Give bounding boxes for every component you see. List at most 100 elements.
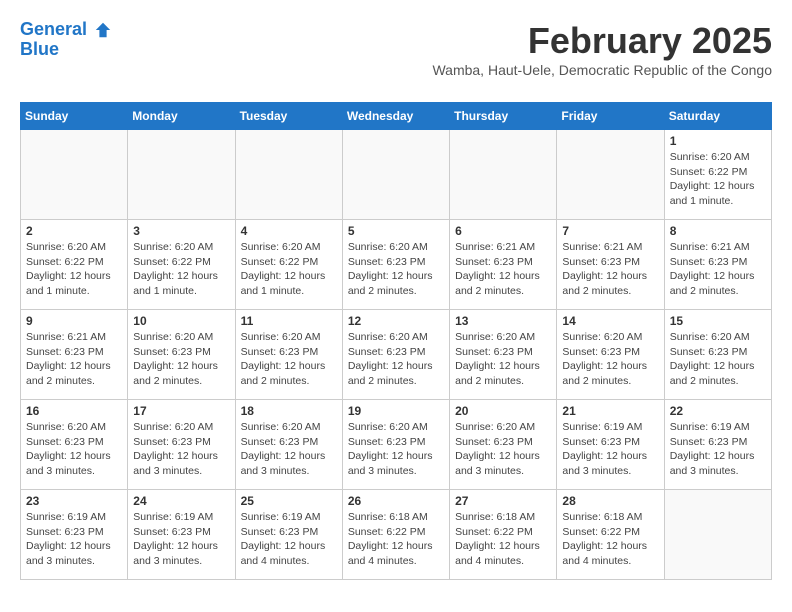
calendar-cell: 20 Sunrise: 6:20 AM Sunset: 6:23 PM Dayli… <box>450 400 557 490</box>
calendar-cell <box>21 130 128 220</box>
calendar-header-sunday: Sunday <box>21 103 128 130</box>
day-number: 26 <box>348 494 444 508</box>
day-info: Sunrise: 6:19 AM Sunset: 6:23 PM Dayligh… <box>133 510 229 569</box>
calendar-cell: 24 Sunrise: 6:19 AM Sunset: 6:23 PM Dayli… <box>128 490 235 580</box>
day-number: 8 <box>670 224 766 238</box>
calendar-cell: 11 Sunrise: 6:20 AM Sunset: 6:23 PM Dayli… <box>235 310 342 400</box>
day-info: Sunrise: 6:20 AM Sunset: 6:23 PM Dayligh… <box>455 330 551 389</box>
day-number: 27 <box>455 494 551 508</box>
day-number: 24 <box>133 494 229 508</box>
calendar-cell: 28 Sunrise: 6:18 AM Sunset: 6:22 PM Dayli… <box>557 490 664 580</box>
month-title: February 2025 <box>432 20 772 62</box>
day-number: 21 <box>562 404 658 418</box>
day-info: Sunrise: 6:18 AM Sunset: 6:22 PM Dayligh… <box>348 510 444 569</box>
calendar-cell <box>557 130 664 220</box>
day-info: Sunrise: 6:20 AM Sunset: 6:23 PM Dayligh… <box>348 330 444 389</box>
calendar-cell: 1 Sunrise: 6:20 AM Sunset: 6:22 PM Daylig… <box>664 130 771 220</box>
calendar-header-thursday: Thursday <box>450 103 557 130</box>
day-info: Sunrise: 6:19 AM Sunset: 6:23 PM Dayligh… <box>562 420 658 479</box>
day-info: Sunrise: 6:20 AM Sunset: 6:23 PM Dayligh… <box>670 330 766 389</box>
calendar-header-wednesday: Wednesday <box>342 103 449 130</box>
calendar-cell: 25 Sunrise: 6:19 AM Sunset: 6:23 PM Dayli… <box>235 490 342 580</box>
calendar-cell <box>664 490 771 580</box>
day-info: Sunrise: 6:21 AM Sunset: 6:23 PM Dayligh… <box>670 240 766 299</box>
calendar-header-monday: Monday <box>128 103 235 130</box>
day-info: Sunrise: 6:20 AM Sunset: 6:22 PM Dayligh… <box>670 150 766 209</box>
calendar-cell: 2 Sunrise: 6:20 AM Sunset: 6:22 PM Daylig… <box>21 220 128 310</box>
calendar-cell: 17Sunrise: 6:20 AM Sunset: 6:23 PM Dayli… <box>128 400 235 490</box>
day-info: Sunrise: 6:20 AM Sunset: 6:22 PM Dayligh… <box>26 240 122 299</box>
calendar-cell <box>235 130 342 220</box>
logo-line1: General <box>20 19 87 39</box>
calendar-cell: 6 Sunrise: 6:21 AM Sunset: 6:23 PM Daylig… <box>450 220 557 310</box>
day-number: 4 <box>241 224 337 238</box>
day-number: 18 <box>241 404 337 418</box>
calendar-cell: 21 Sunrise: 6:19 AM Sunset: 6:23 PM Dayli… <box>557 400 664 490</box>
day-number: 22 <box>670 404 766 418</box>
calendar-cell: 14 Sunrise: 6:20 AM Sunset: 6:23 PM Dayli… <box>557 310 664 400</box>
day-info: Sunrise: 6:20 AM Sunset: 6:23 PM Dayligh… <box>241 420 337 479</box>
day-info: Sunrise: 6:20 AM Sunset: 6:23 PM Dayligh… <box>348 240 444 299</box>
location-title: Wamba, Haut-Uele, Democratic Republic of… <box>432 62 772 78</box>
logo-line2: Blue <box>20 39 59 59</box>
day-info: Sunrise: 6:18 AM Sunset: 6:22 PM Dayligh… <box>455 510 551 569</box>
calendar-cell: 10 Sunrise: 6:20 AM Sunset: 6:23 PM Dayli… <box>128 310 235 400</box>
calendar-table: SundayMondayTuesdayWednesdayThursdayFrid… <box>20 102 772 580</box>
day-number: 12 <box>348 314 444 328</box>
day-info: Sunrise: 6:20 AM Sunset: 6:23 PM Dayligh… <box>455 420 551 479</box>
calendar-cell <box>128 130 235 220</box>
day-number: 2 <box>26 224 122 238</box>
calendar-cell: 22 Sunrise: 6:19 AM Sunset: 6:23 PM Dayli… <box>664 400 771 490</box>
day-number: 23 <box>26 494 122 508</box>
day-info: Sunrise: 6:19 AM Sunset: 6:23 PM Dayligh… <box>26 510 122 569</box>
day-number: 28 <box>562 494 658 508</box>
calendar-header-friday: Friday <box>557 103 664 130</box>
day-number: 7 <box>562 224 658 238</box>
day-info: Sunrise: 6:18 AM Sunset: 6:22 PM Dayligh… <box>562 510 658 569</box>
calendar-cell: 27 Sunrise: 6:18 AM Sunset: 6:22 PM Dayli… <box>450 490 557 580</box>
day-info: Sunrise: 6:20 AM Sunset: 6:22 PM Dayligh… <box>133 240 229 299</box>
calendar-cell: 16Sunrise: 6:20 AM Sunset: 6:23 PM Dayli… <box>21 400 128 490</box>
day-info: Sunrise: 6:20 AM Sunset: 6:23 PM Dayligh… <box>133 330 229 389</box>
calendar-cell: 9 Sunrise: 6:21 AM Sunset: 6:23 PM Daylig… <box>21 310 128 400</box>
day-number: 6 <box>455 224 551 238</box>
day-number: 20 <box>455 404 551 418</box>
calendar-cell: 7 Sunrise: 6:21 AM Sunset: 6:23 PM Daylig… <box>557 220 664 310</box>
day-info: Sunrise: 6:19 AM Sunset: 6:23 PM Dayligh… <box>241 510 337 569</box>
day-number: 19 <box>348 404 444 418</box>
day-info: Sunrise: 6:20 AM Sunset: 6:23 PM Dayligh… <box>562 330 658 389</box>
day-number: 13 <box>455 314 551 328</box>
calendar-cell: 3 Sunrise: 6:20 AM Sunset: 6:22 PM Daylig… <box>128 220 235 310</box>
day-number: 3 <box>133 224 229 238</box>
day-number: 16 <box>26 404 122 418</box>
day-number: 10 <box>133 314 229 328</box>
day-number: 25 <box>241 494 337 508</box>
day-info: Sunrise: 6:20 AM Sunset: 6:23 PM Dayligh… <box>241 330 337 389</box>
day-number: 1 <box>670 134 766 148</box>
day-info: Sunrise: 6:19 AM Sunset: 6:23 PM Dayligh… <box>670 420 766 479</box>
day-info: Sunrise: 6:20 AM Sunset: 6:22 PM Dayligh… <box>241 240 337 299</box>
day-number: 17 <box>133 404 229 418</box>
calendar-cell: 8 Sunrise: 6:21 AM Sunset: 6:23 PM Daylig… <box>664 220 771 310</box>
day-info: Sunrise: 6:21 AM Sunset: 6:23 PM Dayligh… <box>562 240 658 299</box>
day-number: 11 <box>241 314 337 328</box>
day-number: 15 <box>670 314 766 328</box>
day-number: 5 <box>348 224 444 238</box>
calendar-cell <box>342 130 449 220</box>
calendar-cell: 4 Sunrise: 6:20 AM Sunset: 6:22 PM Daylig… <box>235 220 342 310</box>
day-number: 14 <box>562 314 658 328</box>
calendar-cell: 5 Sunrise: 6:20 AM Sunset: 6:23 PM Daylig… <box>342 220 449 310</box>
logo: General Blue <box>20 20 112 60</box>
calendar-cell: 13 Sunrise: 6:20 AM Sunset: 6:23 PM Dayli… <box>450 310 557 400</box>
day-info: Sunrise: 6:20 AM Sunset: 6:23 PM Dayligh… <box>348 420 444 479</box>
day-info: Sunrise: 6:21 AM Sunset: 6:23 PM Dayligh… <box>455 240 551 299</box>
day-number: 9 <box>26 314 122 328</box>
calendar-cell: 19 Sunrise: 6:20 AM Sunset: 6:23 PM Dayli… <box>342 400 449 490</box>
calendar-header-tuesday: Tuesday <box>235 103 342 130</box>
day-info: Sunrise: 6:21 AM Sunset: 6:23 PM Dayligh… <box>26 330 122 389</box>
calendar-cell: 23 Sunrise: 6:19 AM Sunset: 6:23 PM Dayli… <box>21 490 128 580</box>
calendar-cell <box>450 130 557 220</box>
calendar-cell: 12 Sunrise: 6:20 AM Sunset: 6:23 PM Dayli… <box>342 310 449 400</box>
calendar-cell: 15 Sunrise: 6:20 AM Sunset: 6:23 PM Dayli… <box>664 310 771 400</box>
calendar-cell: 26 Sunrise: 6:18 AM Sunset: 6:22 PM Dayli… <box>342 490 449 580</box>
